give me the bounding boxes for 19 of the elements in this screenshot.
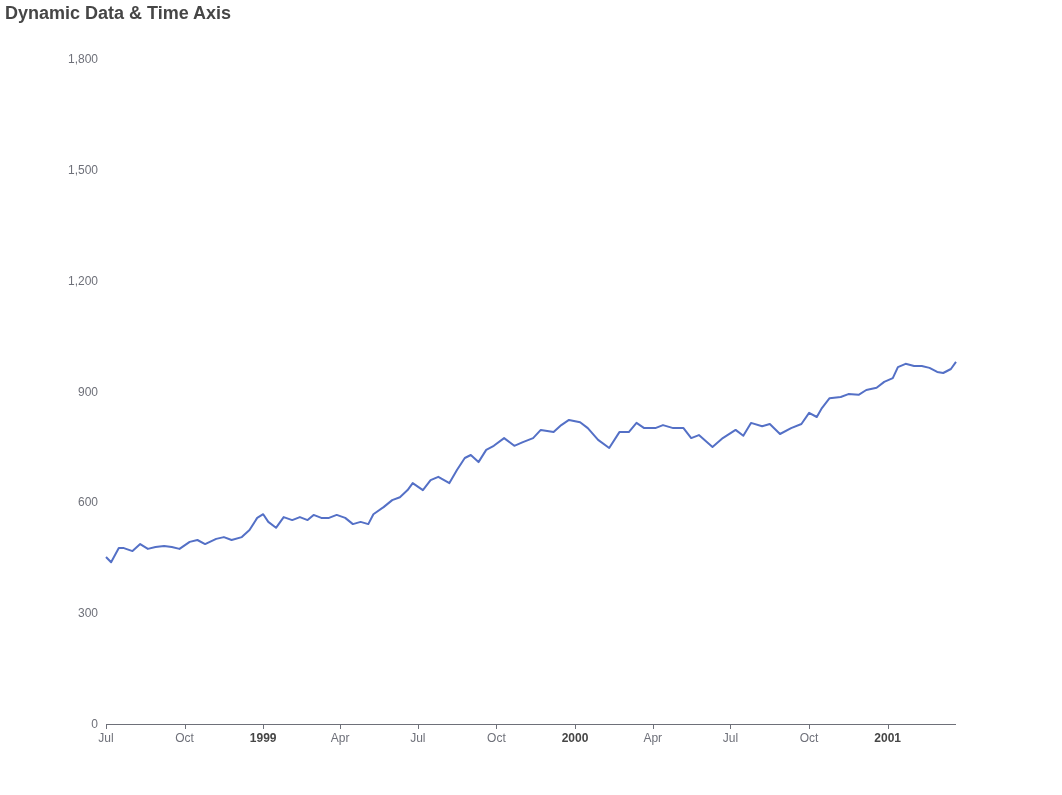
axis-label: 1999 — [249, 731, 277, 745]
axis-label: Jul — [98, 731, 114, 745]
axis-label: 900 — [77, 384, 98, 399]
axis-label: 1,500 — [67, 162, 98, 177]
axis-label: 600 — [77, 495, 98, 510]
axis-label: Oct — [175, 731, 194, 745]
chart-title: Dynamic Data & Time Axis — [4, 2, 233, 25]
axis-label: Oct — [487, 731, 506, 745]
axis-label: 1,800 — [67, 52, 98, 66]
axis-label: 300 — [77, 606, 98, 621]
axis-label: Oct — [799, 731, 819, 745]
axis-label: 1,200 — [67, 273, 98, 288]
axis-label: 2001 — [874, 731, 901, 745]
axis-label: Apr — [330, 731, 350, 745]
axis-label: Apr — [643, 731, 663, 745]
axis-label: 2000 — [561, 731, 589, 745]
axis-label: Jul — [410, 731, 426, 745]
axis-label: Jul — [722, 731, 739, 745]
axis-label: 0 — [91, 717, 98, 731]
